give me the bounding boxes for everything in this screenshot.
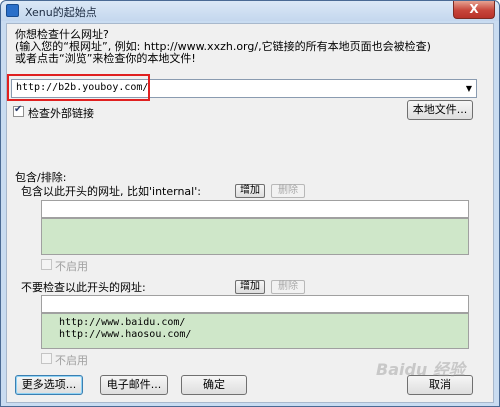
email-button[interactable]: 电子邮件... — [100, 375, 168, 395]
include-disable-checkbox[interactable] — [41, 259, 52, 270]
app-icon — [6, 4, 19, 17]
exclude-input[interactable] — [41, 295, 469, 313]
exclude-disable-label[interactable]: 不启用 — [55, 352, 88, 368]
include-add-button[interactable]: 增加 — [235, 184, 265, 198]
list-item[interactable]: http://www.haosou.com/ — [59, 329, 191, 340]
window-title: Xenu的起始点 — [25, 6, 97, 19]
include-disable-label[interactable]: 不启用 — [55, 258, 88, 274]
prompt-line-3: 或者点击“浏览”来检查你的本地文件! — [15, 52, 196, 65]
local-file-button[interactable]: 本地文件... — [407, 100, 473, 120]
exclude-add-button[interactable]: 增加 — [235, 280, 265, 294]
dialog-body: 你想检查什么网址? (输入您的“根网址”, 例如: http://www.xxz… — [6, 23, 494, 403]
exclude-label: 不要检查以此开头的网址: — [21, 281, 146, 294]
check-external-label[interactable]: 检查外部链接 — [28, 105, 94, 121]
exclude-list[interactable]: http://www.baidu.com/ http://www.haosou.… — [41, 313, 469, 349]
include-list[interactable] — [41, 218, 469, 255]
annotation-highlight — [7, 74, 150, 101]
more-options-button[interactable]: 更多选项... — [15, 375, 83, 395]
list-item[interactable]: http://www.baidu.com/ — [59, 317, 185, 328]
watermark-logo: Baidu 经验 — [376, 360, 465, 379]
include-remove-button[interactable]: 删除 — [271, 184, 305, 198]
dropdown-arrow-icon[interactable]: ▼ — [462, 80, 476, 97]
ok-button[interactable]: 确定 — [181, 375, 247, 395]
dialog-window: Xenu的起始点 X 你想检查什么网址? (输入您的“根网址”, 例如: htt… — [0, 0, 500, 407]
exclude-disable-checkbox[interactable] — [41, 353, 52, 364]
include-label: 包含以此开头的网址, 比如'internal': — [21, 185, 201, 198]
check-external-checkbox[interactable] — [13, 104, 24, 117]
title-bar[interactable]: Xenu的起始点 X — [1, 1, 499, 21]
include-input[interactable] — [41, 200, 469, 218]
exclude-remove-button[interactable]: 删除 — [271, 280, 305, 294]
close-button[interactable]: X — [453, 1, 495, 19]
